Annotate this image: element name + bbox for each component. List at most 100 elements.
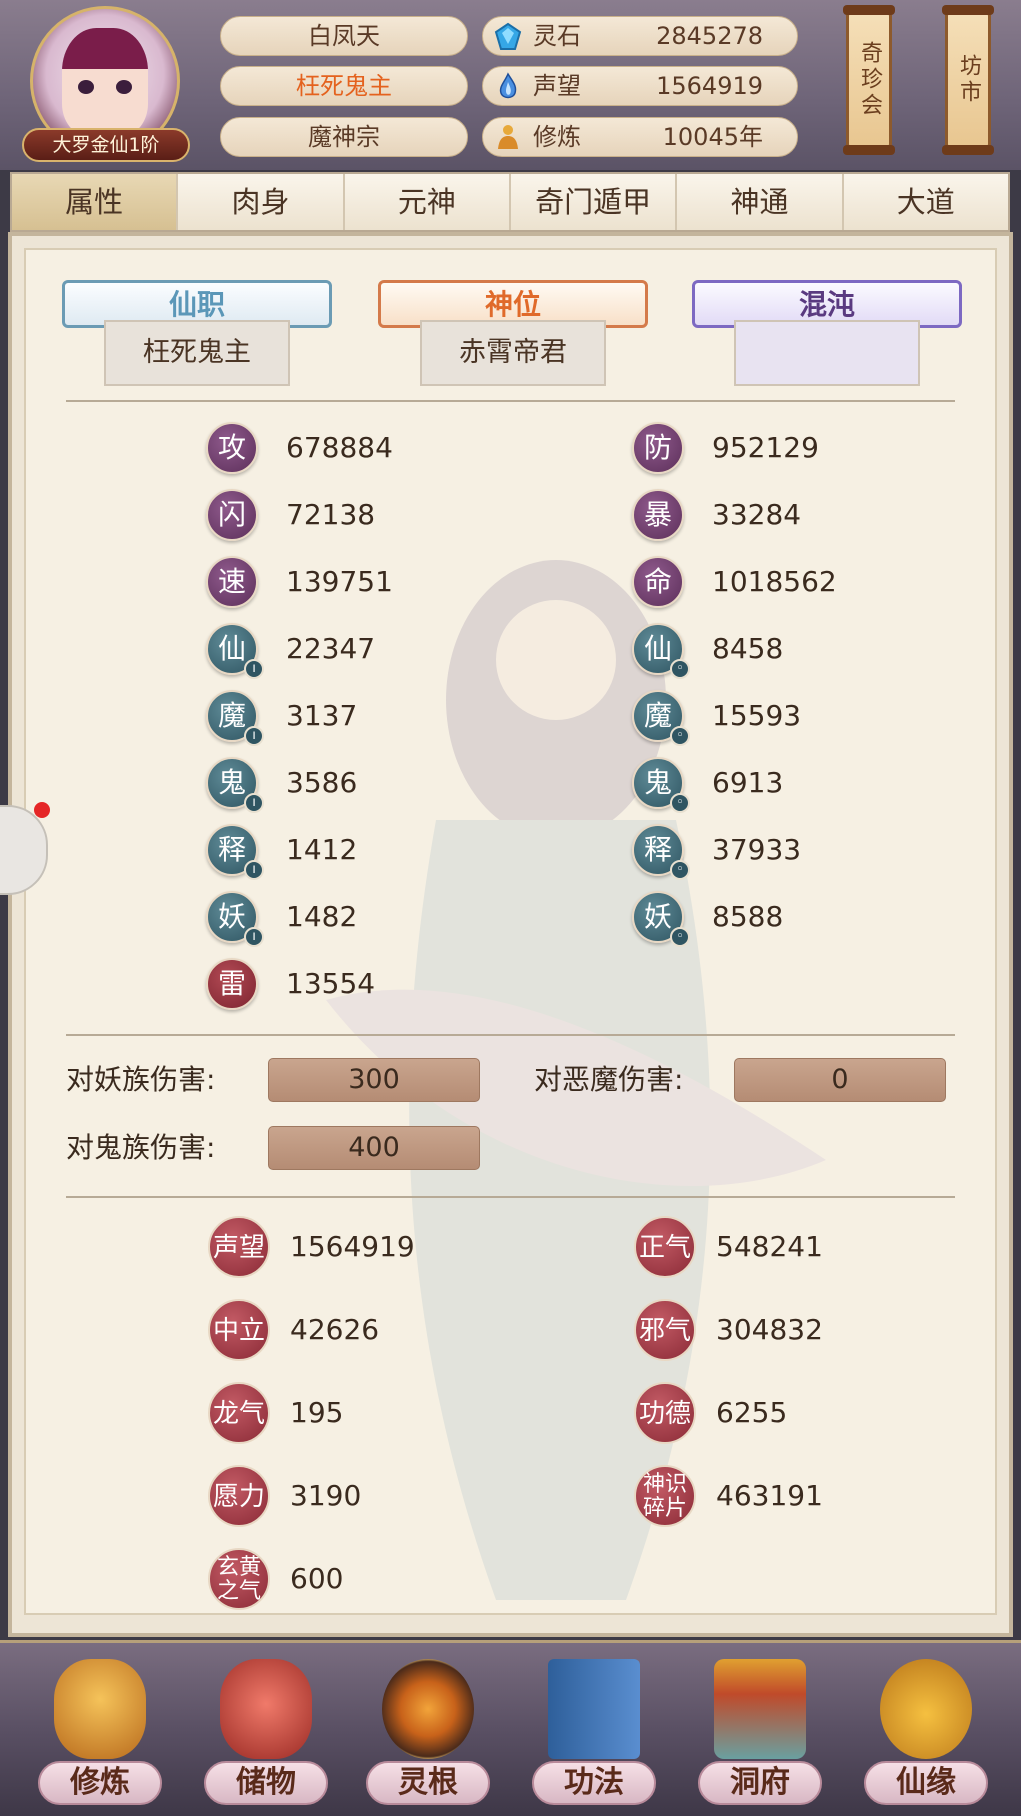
meditate-icon — [498, 125, 518, 149]
xuanhuang-qi-badge: 玄黄之气 — [208, 1548, 270, 1610]
critical-badge: 暴 — [632, 489, 684, 541]
defense-mark-icon: ◦ — [670, 726, 690, 746]
divider — [66, 1034, 955, 1036]
tab-bar: 属性 肉身 元神 奇门遁甲 神通 大道 — [10, 172, 1010, 232]
stat-value: 2845278 — [656, 22, 763, 50]
tab-dao[interactable]: 大道 — [843, 174, 1008, 230]
vs-ghost-label: 对鬼族伤害: — [66, 1131, 216, 1164]
speed-badge: 速 — [206, 556, 258, 608]
stat-value: 139751 — [286, 565, 393, 598]
stat-value: 10045年 — [662, 123, 763, 151]
neutral-badge: 中立 — [208, 1299, 270, 1361]
avatar-eyes — [78, 80, 132, 94]
attribute-panel-inner: 仙职 枉死鬼主 神位 赤霄帝君 混沌 攻 678884 闪 72138 速 13… — [24, 248, 997, 1615]
tab-attributes[interactable]: 属性 — [12, 174, 179, 230]
attack-mark-icon: ı — [244, 659, 264, 679]
stat-value: 22347 — [286, 632, 376, 665]
attribute-panel: 仙职 枉死鬼主 神位 赤霄帝君 混沌 攻 678884 闪 72138 速 13… — [8, 232, 1013, 1637]
vs-ghost-value: 400 — [268, 1126, 480, 1170]
nav-immortal-fate[interactable]: 仙缘 — [856, 1653, 996, 1813]
defense-badge: 防 — [632, 422, 684, 474]
attack-mark-icon: ı — [244, 860, 264, 880]
reputation-stat: 声望 1564919 — [482, 66, 798, 106]
vs-monster-value: 300 — [268, 1058, 480, 1102]
nav-techniques[interactable]: 功法 — [524, 1653, 664, 1813]
spirit-stone-stat: 灵石 2845278 — [482, 16, 798, 56]
cave-palace-icon — [714, 1659, 806, 1759]
stat-value: 678884 — [286, 431, 393, 464]
defense-mark-icon: ◦ — [670, 793, 690, 813]
treasure-auction-button[interactable]: 奇珍会 — [843, 5, 895, 155]
tab-powers[interactable]: 神通 — [677, 174, 844, 230]
vs-monster-label: 对妖族伤害: — [66, 1063, 216, 1096]
resource-value: 195 — [290, 1396, 344, 1429]
market-button[interactable]: 坊市 — [942, 5, 994, 155]
bottom-nav: 修炼 储物 灵根 功法 洞府 仙缘 — [0, 1640, 1021, 1816]
nav-label: 洞府 — [730, 1765, 790, 1800]
stat-value: 1564919 — [656, 72, 763, 100]
willpower-badge: 愿力 — [208, 1465, 270, 1527]
defense-mark-icon: ◦ — [670, 659, 690, 679]
cultivation-stat: 修炼 10045年 — [482, 117, 798, 157]
nav-cultivate[interactable]: 修炼 — [30, 1653, 170, 1813]
stat-value: 33284 — [712, 498, 802, 531]
nav-label: 灵根 — [398, 1765, 458, 1800]
immortal-post-value: 枉死鬼主 — [104, 320, 290, 386]
vs-devil-label: 对恶魔伤害: — [534, 1063, 684, 1096]
attack-badge: 攻 — [206, 422, 258, 474]
divine-rank-value: 赤霄帝君 — [420, 320, 606, 386]
stat-label: 修炼 — [533, 123, 581, 151]
divine-sense-shard-badge: 神识碎片 — [634, 1465, 696, 1527]
tab-qimen[interactable]: 奇门遁甲 — [510, 174, 678, 230]
flame-icon — [499, 72, 517, 99]
stat-value: 1018562 — [712, 565, 837, 598]
tab-body[interactable]: 肉身 — [178, 174, 345, 230]
player-name: 白凤天 — [220, 16, 468, 56]
dragon-qi-badge: 龙气 — [208, 1382, 270, 1444]
stat-value: 15593 — [712, 699, 802, 732]
nav-storage[interactable]: 储物 — [196, 1653, 336, 1813]
nav-cave-palace[interactable]: 洞府 — [690, 1653, 830, 1813]
player-title: 枉死鬼主 — [220, 66, 468, 106]
stat-value: 8588 — [712, 900, 784, 933]
defense-mark-icon: ◦ — [670, 927, 690, 947]
stat-value: 6913 — [712, 766, 784, 799]
cultivate-icon — [54, 1659, 146, 1759]
immortal-post-card[interactable]: 仙职 枉死鬼主 — [62, 280, 332, 390]
gourd-icon — [880, 1659, 972, 1759]
attack-mark-icon: ı — [244, 793, 264, 813]
resource-value: 42626 — [290, 1313, 380, 1346]
merit-badge: 功德 — [634, 1382, 696, 1444]
nav-label: 仙缘 — [896, 1765, 956, 1800]
stat-value: 3586 — [286, 766, 358, 799]
stat-value: 13554 — [286, 967, 376, 1000]
nav-spirit-root[interactable]: 灵根 — [358, 1653, 498, 1813]
scripture-book-icon — [548, 1659, 640, 1759]
tab-spirit[interactable]: 元神 — [344, 174, 511, 230]
thunder-badge: 雷 — [206, 958, 258, 1010]
dodge-badge: 闪 — [206, 489, 258, 541]
stat-value: 8458 — [712, 632, 784, 665]
storage-bag-icon — [220, 1659, 312, 1759]
stat-value: 72138 — [286, 498, 376, 531]
resource-value: 1564919 — [290, 1230, 415, 1263]
header-bar: 大罗金仙1阶 白凤天 枉死鬼主 魔神宗 灵石 2845278 声望 156491… — [0, 0, 1021, 170]
chaos-card[interactable]: 混沌 — [692, 280, 962, 390]
rank-badge: 大罗金仙1阶 — [22, 128, 190, 162]
attack-mark-icon: ı — [244, 726, 264, 746]
player-sect: 魔神宗 — [220, 117, 468, 157]
stat-value: 1412 — [286, 833, 358, 866]
defense-mark-icon: ◦ — [670, 860, 690, 880]
resource-value: 463191 — [716, 1479, 823, 1512]
hp-badge: 命 — [632, 556, 684, 608]
resource-value: 304832 — [716, 1313, 823, 1346]
evil-qi-badge: 邪气 — [634, 1299, 696, 1361]
stat-value: 37933 — [712, 833, 802, 866]
divider — [66, 1196, 955, 1198]
nav-label: 修炼 — [70, 1765, 130, 1800]
notification-dot — [34, 802, 50, 818]
crystal-icon — [494, 22, 522, 50]
divine-rank-card[interactable]: 神位 赤霄帝君 — [378, 280, 648, 390]
resource-value: 6255 — [716, 1396, 788, 1429]
stat-value: 3137 — [286, 699, 358, 732]
